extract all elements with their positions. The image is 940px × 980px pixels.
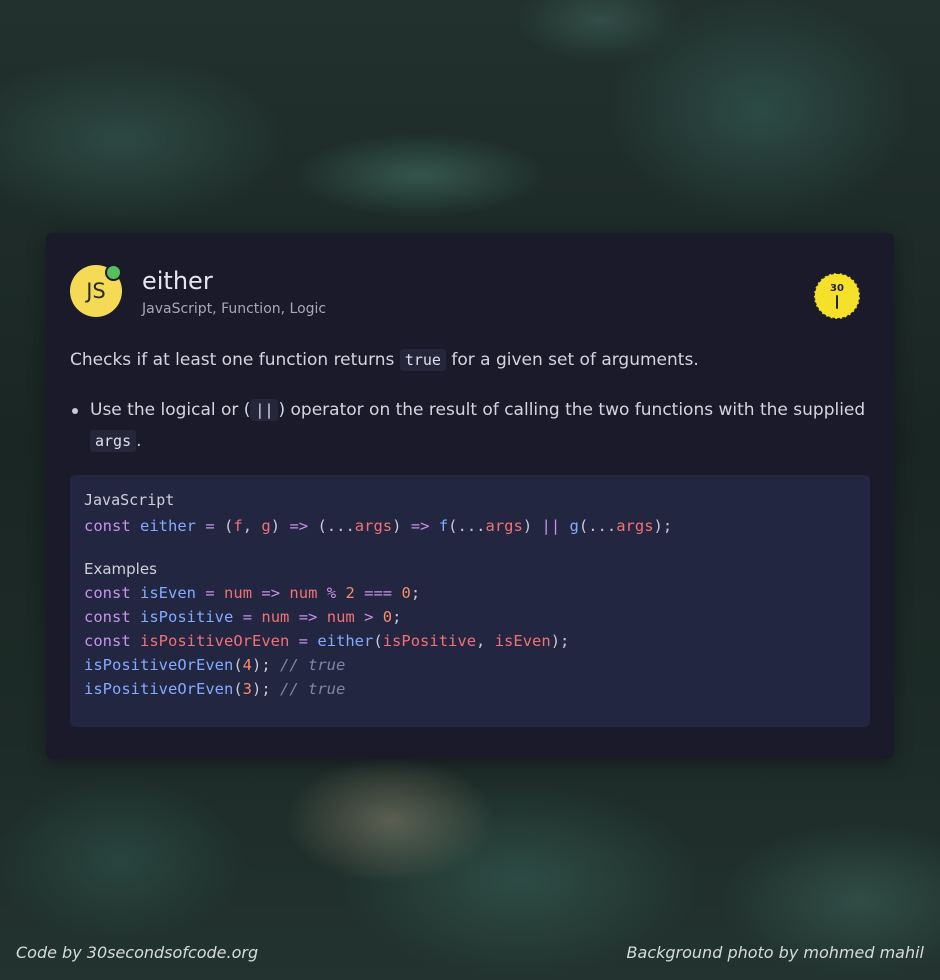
code-line-example: const isEven = num => num % 2 === 0; (84, 584, 421, 602)
code-line-example: const isPositiveOrEven = either(isPositi… (84, 632, 570, 650)
bullet-text-end: . (136, 431, 142, 451)
footer-code-credit: Code by 30secondsofcode.org (16, 943, 259, 962)
status-dot-icon (105, 264, 122, 281)
bullet-text: Use the logical or ( (90, 400, 251, 420)
description-text: Checks if at least one function returns (70, 350, 400, 370)
snippet-tags: JavaScript, Function, Logic (142, 301, 327, 317)
snippet-card: JS either JavaScript, Function, Logic 30… (46, 233, 894, 759)
description-text-end: for a given set of arguments. (445, 350, 699, 370)
code-block: JavaScript const either = (f, g) => (...… (70, 475, 870, 727)
bullet-text-middle: ) operator on the result of calling the … (278, 400, 866, 420)
js-badge-text: JS (86, 279, 106, 303)
logo-clock-hand (836, 295, 838, 309)
list-item: Use the logical or (||) operator on the … (70, 395, 870, 457)
snippet-title: either (142, 267, 213, 295)
snippet-description: Checks if at least one function returns … (70, 346, 870, 374)
examples-heading: Examples (84, 560, 157, 578)
bullet-icon (72, 408, 78, 414)
code-line-example: isPositiveOrEven(3); // true (84, 680, 346, 698)
code-line-definition: const either = (f, g) => (...args) => f(… (84, 517, 673, 535)
inline-code-args: args (90, 430, 137, 452)
code-line-example: const isPositive = num => num > 0; (84, 608, 402, 626)
footer-photo-credit: Background photo by mohmed mahil (626, 943, 924, 962)
logo-number: 30 (830, 283, 844, 294)
inline-code-true: true (399, 349, 446, 371)
inline-code-or: || (250, 399, 279, 421)
30-seconds-logo-icon: 30 (814, 273, 860, 319)
code-language-label: JavaScript (84, 491, 175, 509)
code-line-example: isPositiveOrEven(4); // true (84, 656, 346, 674)
